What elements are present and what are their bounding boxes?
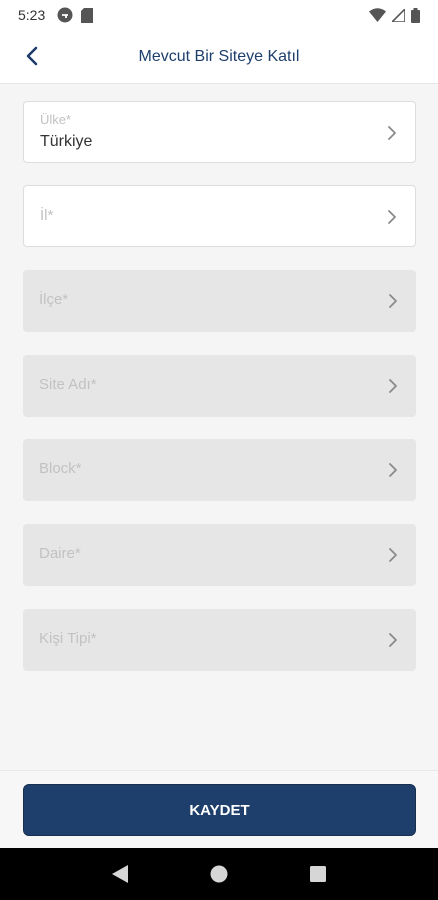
status-bar: 5:23 bbox=[0, 0, 438, 30]
apartment-field[interactable]: Daire* bbox=[23, 524, 416, 586]
cell-signal-icon bbox=[392, 8, 405, 22]
bottom-panel: KAYDET bbox=[0, 770, 438, 848]
chevron-right-icon bbox=[389, 548, 397, 562]
page-title: Mevcut Bir Siteye Katıl bbox=[138, 47, 300, 65]
province-label: İl* bbox=[40, 207, 54, 224]
district-label: İlçe* bbox=[39, 291, 69, 308]
chevron-left-icon bbox=[26, 46, 38, 66]
chevron-right-icon bbox=[389, 379, 397, 393]
back-triangle-icon bbox=[111, 865, 128, 883]
save-button[interactable]: KAYDET bbox=[23, 784, 416, 836]
site-name-field[interactable]: Site Adı* bbox=[23, 355, 416, 417]
country-field[interactable]: Ülke* Türkiye bbox=[23, 101, 416, 163]
site-name-label: Site Adı* bbox=[39, 376, 97, 393]
system-nav-bar bbox=[0, 848, 438, 900]
form-area: Ülke* Türkiye İl* İlçe* Site Adı* Block*… bbox=[0, 84, 438, 770]
status-left-icons bbox=[57, 7, 94, 23]
chevron-right-icon bbox=[388, 210, 396, 224]
nav-back-button[interactable] bbox=[100, 854, 140, 894]
home-circle-icon bbox=[210, 865, 228, 883]
vpn-key-icon bbox=[57, 7, 73, 23]
country-label: Ülke* bbox=[40, 112, 72, 127]
recents-square-icon bbox=[310, 866, 327, 882]
block-field[interactable]: Block* bbox=[23, 439, 416, 501]
wifi-icon bbox=[369, 8, 386, 22]
status-right-icons bbox=[369, 7, 420, 23]
sd-card-icon bbox=[81, 7, 94, 23]
country-value: Türkiye bbox=[40, 133, 93, 150]
apartment-label: Daire* bbox=[39, 545, 81, 562]
person-type-field[interactable]: Kişi Tipi* bbox=[23, 609, 416, 671]
status-time: 5:23 bbox=[18, 7, 46, 23]
nav-recents-button[interactable] bbox=[298, 854, 338, 894]
chevron-right-icon bbox=[389, 463, 397, 477]
block-label: Block* bbox=[39, 460, 82, 477]
nav-home-button[interactable] bbox=[199, 854, 239, 894]
chevron-right-icon bbox=[389, 294, 397, 308]
chevron-right-icon bbox=[388, 126, 396, 140]
chevron-right-icon bbox=[389, 633, 397, 647]
back-button[interactable] bbox=[18, 42, 46, 70]
province-field[interactable]: İl* bbox=[23, 185, 416, 247]
battery-icon bbox=[411, 7, 420, 23]
app-header: Mevcut Bir Siteye Katıl bbox=[0, 30, 438, 84]
district-field[interactable]: İlçe* bbox=[23, 270, 416, 332]
person-type-label: Kişi Tipi* bbox=[39, 630, 97, 647]
